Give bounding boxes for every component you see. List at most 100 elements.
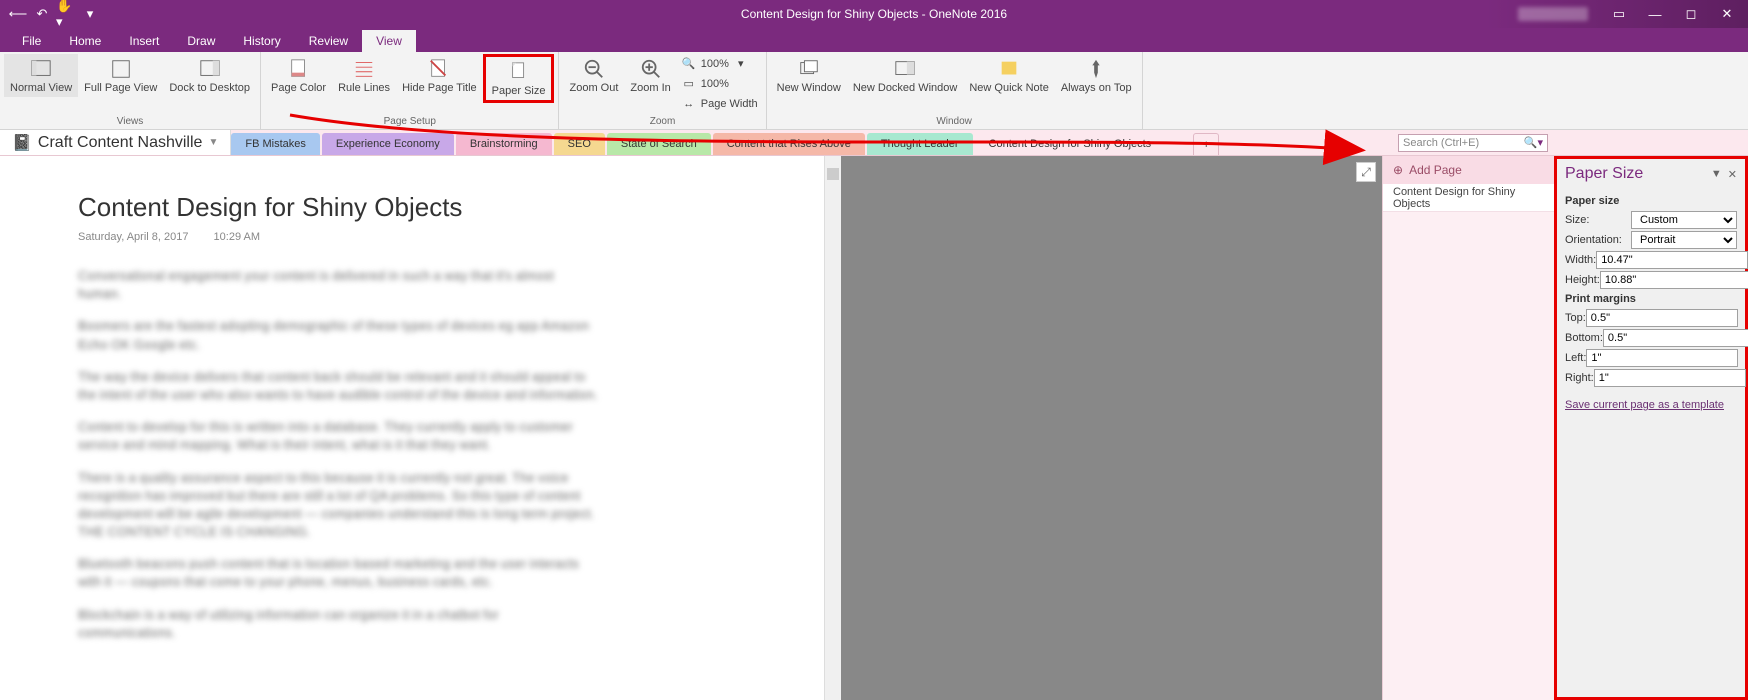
height-input[interactable]	[1600, 271, 1748, 289]
normal-view-icon	[29, 58, 53, 80]
window-title: Content Design for Shiny Objects - OneNo…	[741, 7, 1007, 21]
back-icon[interactable]: ⟵	[8, 4, 28, 24]
title-bar: ⟵ ↶ ✋▾ ▾ Content Design for Shiny Object…	[0, 0, 1748, 28]
new-quick-note-button[interactable]: New Quick Note	[963, 54, 1054, 97]
undo-icon[interactable]: ↶	[32, 4, 52, 24]
page-canvas[interactable]: Content Design for Shiny Objects Saturda…	[0, 156, 824, 700]
zoom-combo[interactable]: 🔍100% ▾	[677, 54, 762, 74]
margin-bottom-input[interactable]	[1603, 329, 1748, 347]
notebook-icon: 📓	[12, 133, 32, 153]
page-icon: ▭	[681, 76, 697, 92]
search-input[interactable]: Search (Ctrl+E) 🔍▾	[1398, 134, 1548, 152]
body-text: Boomers are the fastest adopting demogra…	[78, 317, 598, 353]
tab-insert[interactable]: Insert	[115, 30, 173, 52]
section-tab[interactable]: Content that Rises Above	[713, 133, 865, 155]
group-zoom: Zoom Out Zoom In 🔍100% ▾ ▭100% ↔Page Wid…	[559, 52, 766, 129]
size-select[interactable]: Custom	[1631, 211, 1737, 229]
body-text: Blockchain is a way of utilizing informa…	[78, 606, 598, 642]
main-area: Content Design for Shiny Objects Saturda…	[0, 156, 1748, 700]
group-page-setup: Page Color Rule Lines Hide Page Title Pa…	[261, 52, 559, 129]
paper-size-icon	[507, 61, 531, 83]
normal-view-button[interactable]: Normal View	[4, 54, 78, 97]
new-docked-window-button[interactable]: New Docked Window	[847, 54, 964, 97]
body-text: Bluetooth beacons push content that is l…	[78, 555, 598, 591]
section-tab[interactable]: Content Design for Shiny Objects	[975, 133, 1192, 155]
page-title[interactable]: Content Design for Shiny Objects	[78, 192, 824, 223]
save-template-link[interactable]: Save current page as a template	[1557, 393, 1745, 417]
rule-lines-button[interactable]: Rule Lines	[332, 54, 396, 97]
new-docked-icon	[893, 58, 917, 80]
tab-home[interactable]: Home	[55, 30, 115, 52]
maximize-icon[interactable]: ◻	[1674, 4, 1708, 24]
body-text: There is a quality assurance aspect to t…	[78, 469, 598, 542]
canvas-wrap: Content Design for Shiny Objects Saturda…	[0, 156, 1382, 700]
zoom-out-button[interactable]: Zoom Out	[563, 54, 624, 97]
pane-options-icon[interactable]: ▼	[1711, 168, 1722, 181]
body-text: Content to develop for this is written i…	[78, 418, 598, 454]
section-tab[interactable]: FB Mistakes	[231, 133, 320, 155]
plus-icon: ⊕	[1393, 163, 1403, 177]
quick-access-toolbar: ⟵ ↶ ✋▾ ▾	[0, 4, 100, 24]
tab-draw[interactable]: Draw	[173, 30, 229, 52]
paper-size-button[interactable]: Paper Size	[483, 54, 555, 103]
orientation-select[interactable]: Portrait	[1631, 231, 1737, 249]
zoom-100-button[interactable]: ▭100%	[677, 74, 762, 94]
tab-file[interactable]: File	[8, 30, 55, 52]
margin-top-input[interactable]	[1586, 309, 1738, 327]
page-color-button[interactable]: Page Color	[265, 54, 332, 97]
expand-page-button[interactable]: ⤢	[1356, 162, 1376, 182]
tab-view[interactable]: View	[362, 30, 416, 52]
section-bar: 📓 Craft Content Nashville ▼ FB MistakesE…	[0, 130, 1748, 156]
hide-page-title-button[interactable]: Hide Page Title	[396, 54, 483, 97]
width-input[interactable]	[1596, 251, 1748, 269]
section-tab[interactable]: SEO	[554, 133, 605, 155]
width-icon: ↔	[681, 96, 697, 112]
dock-icon	[198, 58, 222, 80]
paper-size-pane: Paper Size ▼ ✕ Paper size Size:Custom Or…	[1554, 156, 1748, 700]
pin-icon	[1084, 58, 1108, 80]
quick-note-icon	[997, 58, 1021, 80]
page-color-icon	[287, 58, 311, 80]
add-page-button[interactable]: ⊕ Add Page	[1383, 156, 1554, 184]
body-text: Conversational engagement your content i…	[78, 267, 598, 303]
tab-review[interactable]: Review	[295, 30, 362, 52]
section-tab[interactable]: Brainstorming	[456, 133, 552, 155]
margin-right-input[interactable]	[1594, 369, 1746, 387]
pages-panel: ⊕ Add Page Content Design for Shiny Obje…	[1382, 156, 1554, 700]
body-text: The way the device delivers that content…	[78, 368, 598, 404]
close-icon[interactable]: ✕	[1710, 4, 1744, 24]
new-window-icon	[797, 58, 821, 80]
touch-mode-icon[interactable]: ✋▾	[56, 4, 76, 24]
ribbon-options-icon[interactable]: ▭	[1602, 4, 1636, 24]
tab-history[interactable]: History	[229, 30, 294, 52]
minimize-icon[interactable]: —	[1638, 4, 1672, 24]
dock-to-desktop-button[interactable]: Dock to Desktop	[163, 54, 256, 97]
full-page-view-button[interactable]: Full Page View	[78, 54, 163, 97]
zoom-in-icon	[639, 58, 663, 80]
group-views: Normal View Full Page View Dock to Deskt…	[0, 52, 261, 129]
zoom-icon: 🔍	[681, 56, 697, 72]
section-tab[interactable]: State of Search	[607, 133, 711, 155]
ribbon-view: Normal View Full Page View Dock to Deskt…	[0, 52, 1748, 130]
zoom-in-button[interactable]: Zoom In	[624, 54, 676, 97]
add-section-button[interactable]: +	[1193, 133, 1219, 155]
always-on-top-button[interactable]: Always on Top	[1055, 54, 1138, 97]
new-window-button[interactable]: New Window	[771, 54, 847, 97]
hide-title-icon	[427, 58, 451, 80]
notebook-dropdown[interactable]: 📓 Craft Content Nashville ▼	[0, 130, 231, 155]
ribbon-tabs: File Home Insert Draw History Review Vie…	[0, 28, 1748, 52]
pane-close-icon[interactable]: ✕	[1728, 168, 1737, 181]
rule-lines-icon	[352, 58, 376, 80]
section-tab[interactable]: Thought Leader	[867, 133, 973, 155]
margin-left-input[interactable]	[1586, 349, 1738, 367]
window-controls: ▭ — ◻ ✕	[1602, 4, 1744, 24]
qat-customize-icon[interactable]: ▾	[80, 4, 100, 24]
section-tab[interactable]: Experience Economy	[322, 133, 454, 155]
page-list-item[interactable]: Content Design for Shiny Objects	[1383, 184, 1554, 212]
pane-title: Paper Size	[1565, 165, 1643, 183]
vertical-scrollbar[interactable]	[824, 156, 841, 700]
page-meta: Saturday, April 8, 2017 10:29 AM	[78, 231, 824, 243]
group-window: New Window New Docked Window New Quick N…	[767, 52, 1143, 129]
page-width-button[interactable]: ↔Page Width	[677, 94, 762, 114]
zoom-out-icon	[582, 58, 606, 80]
